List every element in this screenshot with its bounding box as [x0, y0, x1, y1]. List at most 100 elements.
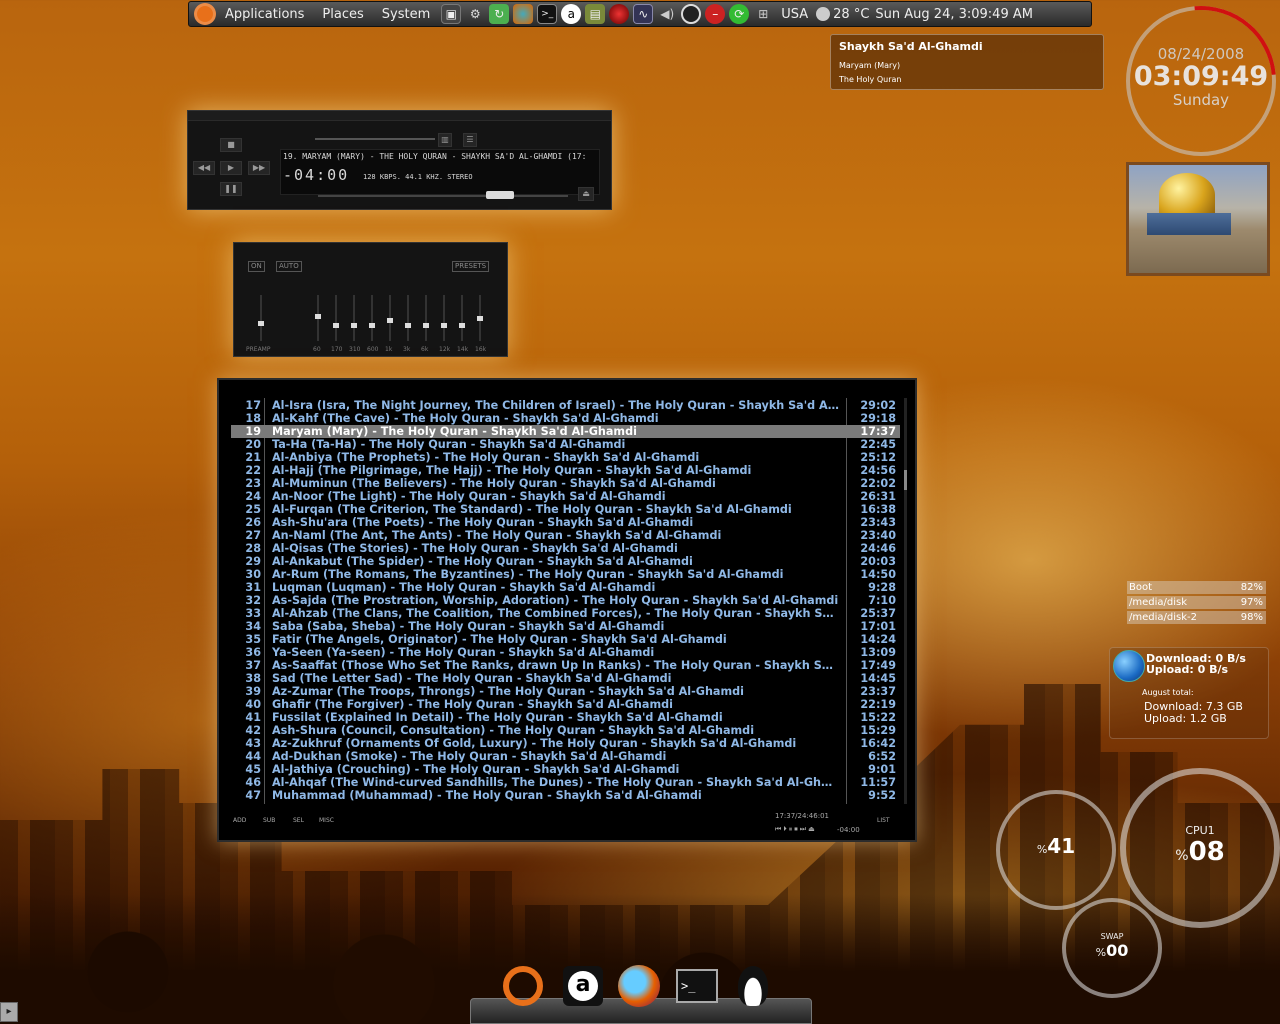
show-desktop-button[interactable]: ▸ — [0, 1002, 18, 1022]
menu-places[interactable]: Places — [313, 7, 372, 22]
player-titlebar[interactable] — [188, 111, 611, 121]
eq-band-track[interactable] — [371, 295, 373, 341]
playlist-row[interactable]: 19 Maryam (Mary) - The Holy Quran - Shayk… — [231, 425, 900, 438]
mini-transport-icon[interactable]: ⏮⏵⏸⏹⏭⏏ — [775, 825, 817, 834]
eq-band-knob[interactable] — [441, 322, 447, 328]
update-icon[interactable]: ↻ — [489, 4, 510, 24]
eq-band-track[interactable] — [443, 295, 445, 341]
eq-band-knob[interactable] — [333, 322, 339, 328]
ladybug-icon[interactable] — [609, 4, 630, 24]
book-icon[interactable]: ▤ — [585, 4, 606, 24]
terminal-icon[interactable]: >_ — [537, 4, 558, 24]
terminal-icon[interactable]: >_ — [674, 963, 720, 1009]
seek-knob[interactable] — [486, 191, 514, 199]
playlist-row[interactable]: 35 Fatir (The Angels, Originator) - The H… — [231, 633, 900, 646]
playlist-row[interactable]: 27 An-Naml (The Ant, The Ants) - The Holy… — [231, 529, 900, 542]
firefox-icon[interactable] — [616, 963, 662, 1009]
playlist-row[interactable]: 38 Sad (The Letter Sad) - The Holy Quran … — [231, 672, 900, 685]
photo-frame-widget[interactable] — [1126, 162, 1270, 276]
amarok-icon[interactable]: a — [560, 963, 606, 1009]
playlist-row[interactable]: 21 Al-Anbiya (The Prophets) - The Holy Qu… — [231, 451, 900, 464]
playlist-row[interactable]: 46 Al-Ahqaf (The Wind-curved Sandhills, T… — [231, 776, 900, 789]
keyboard-layout[interactable]: USA — [781, 7, 808, 22]
ubuntu-logo-icon[interactable] — [194, 3, 216, 25]
list-button[interactable]: LIST — [877, 817, 890, 824]
eject-button[interactable]: ⏏ — [578, 187, 594, 201]
panel-clock[interactable]: Sun Aug 24, 3:09:49 AM — [875, 7, 1033, 22]
playlist-row[interactable]: 43 Az-Zukhruf (Ornaments Of Gold, Luxury)… — [231, 737, 900, 750]
playlist-window[interactable]: 17 Al-Isra (Isra, The Night Journey, The … — [217, 378, 917, 842]
temperature[interactable]: 28 °C — [833, 7, 869, 22]
eq-band-track[interactable] — [353, 295, 355, 341]
sub-button[interactable]: SUB — [263, 817, 275, 824]
eq-band-knob[interactable] — [387, 318, 393, 324]
playlist-row[interactable]: 34 Saba (Saba, Sheba) - The Holy Quran - … — [231, 620, 900, 633]
eq-band-track[interactable] — [407, 295, 409, 341]
eq-preamp-track[interactable] — [260, 295, 262, 341]
sel-button[interactable]: SEL — [293, 817, 304, 824]
eq-presets-button[interactable]: PRESETS — [452, 261, 490, 272]
playlist-row[interactable]: 29 Al-Ankabut (The Spider) - The Holy Qur… — [231, 555, 900, 568]
eq-auto-button[interactable]: AUTO — [276, 261, 302, 272]
audacious-player[interactable]: ■ ◀◀ ▶ ▶▶ ❚❚ ▥ ☰ 19. MARYAM (MARY) - THE… — [187, 110, 612, 210]
play-button[interactable]: ▶ — [220, 161, 242, 175]
playlist-toggle-button[interactable]: ☰ — [463, 133, 477, 147]
stop-button[interactable]: ■ — [220, 138, 242, 152]
playlist-row[interactable]: 18 Al-Kahf (The Cave) - The Holy Quran - … — [231, 412, 900, 425]
playlist-scrollbar[interactable] — [904, 398, 907, 804]
playlist-row[interactable]: 44 Ad-Dukhan (Smoke) - The Holy Quran - S… — [231, 750, 900, 763]
eq-band-knob[interactable] — [459, 322, 465, 328]
eq-band-track[interactable] — [335, 295, 337, 341]
eq-band-knob[interactable] — [369, 322, 375, 328]
playlist-row[interactable]: 36 Ya-Seen (Ya-seen) - The Holy Quran - S… — [231, 646, 900, 659]
firefox-icon[interactable] — [513, 4, 534, 24]
playlist-row[interactable]: 42 Ash-Shura (Council, Consultation) - Th… — [231, 724, 900, 737]
eq-band-track[interactable] — [425, 295, 427, 341]
misc-button[interactable]: MISC — [319, 817, 334, 824]
playlist-row[interactable]: 31 Luqman (Luqman) - The Holy Quran - Sha… — [231, 581, 900, 594]
eq-preamp-knob[interactable] — [258, 320, 264, 326]
eq-band-knob[interactable] — [351, 322, 357, 328]
playlist-row[interactable]: 32 As-Sajda (The Prostration, Worship, Ad… — [231, 594, 900, 607]
ubuntu-logo-icon[interactable] — [500, 963, 546, 1009]
refresh-icon[interactable]: ⟳ — [729, 4, 750, 24]
add-button[interactable]: ADD — [233, 817, 246, 824]
pause-button[interactable]: ❚❚ — [220, 182, 242, 196]
playlist-row[interactable]: 39 Az-Zumar (The Troops, Throngs) - The H… — [231, 685, 900, 698]
volume-icon[interactable]: ◀) — [657, 4, 677, 24]
stop-icon[interactable]: – — [705, 4, 726, 24]
volume-slider[interactable] — [315, 138, 435, 140]
tux-icon[interactable] — [730, 963, 776, 1009]
eq-band-knob[interactable] — [405, 322, 411, 328]
playlist-row[interactable]: 24 An-Noor (The Light) - The Holy Quran -… — [231, 490, 900, 503]
playlist-row[interactable]: 41 Fussilat (Explained In Detail) - The H… — [231, 711, 900, 724]
eq-band-knob[interactable] — [423, 322, 429, 328]
usb-icon[interactable]: ▣ — [441, 4, 462, 24]
network-icon[interactable]: ⊞ — [753, 4, 773, 24]
playlist-row[interactable]: 45 Al-Jathiya (Crouching) - The Holy Qura… — [231, 763, 900, 776]
seek-bar[interactable] — [318, 195, 568, 197]
menu-applications[interactable]: Applications — [216, 7, 313, 22]
record-icon[interactable] — [681, 4, 702, 24]
equalizer-window[interactable]: ON AUTO PRESETS 60 170 310 600 1k 3k 6k 12k 14k 1… — [233, 242, 508, 357]
now-playing-notification[interactable]: Shaykh Sa'd Al-Ghamdi Maryam (Mary) The … — [830, 34, 1104, 90]
eq-on-button[interactable]: ON — [248, 261, 265, 272]
eq-band-knob[interactable] — [315, 313, 321, 319]
playlist-row[interactable]: 47 Muhammad (Muhammad) - The Holy Quran -… — [231, 789, 900, 802]
playlist-row[interactable]: 20 Ta-Ha (Ta-Ha) - The Holy Quran - Shayk… — [231, 438, 900, 451]
playlist-row[interactable]: 23 Al-Muminun (The Believers) - The Holy … — [231, 477, 900, 490]
previous-button[interactable]: ◀◀ — [193, 161, 215, 175]
playlist-row[interactable]: 17 Al-Isra (Isra, The Night Journey, The … — [231, 399, 900, 412]
playlist-row[interactable]: 28 Al-Qisas (The Stories) - The Holy Qura… — [231, 542, 900, 555]
eq-band-knob[interactable] — [477, 316, 483, 321]
playlist-row[interactable]: 37 As-Saaffat (Those Who Set The Ranks, d… — [231, 659, 900, 672]
playlist-row[interactable]: 30 Ar-Rum (The Romans, The Byzantines) - … — [231, 568, 900, 581]
amarok-icon[interactable]: a — [561, 4, 582, 24]
playlist-row[interactable]: 33 Al-Ahzab (The Clans, The Coalition, Th… — [231, 607, 900, 620]
equalizer-toggle-button[interactable]: ▥ — [438, 133, 452, 147]
playlist-row[interactable]: 26 Ash-Shu'ara (The Poets) - The Holy Qur… — [231, 516, 900, 529]
playlist-row[interactable]: 40 Ghafir (The Forgiver) - The Holy Quran… — [231, 698, 900, 711]
eq-band-track[interactable] — [461, 295, 463, 341]
playlist-scroll-thumb[interactable] — [904, 470, 907, 490]
gear-icon[interactable]: ⚙ — [465, 4, 485, 24]
